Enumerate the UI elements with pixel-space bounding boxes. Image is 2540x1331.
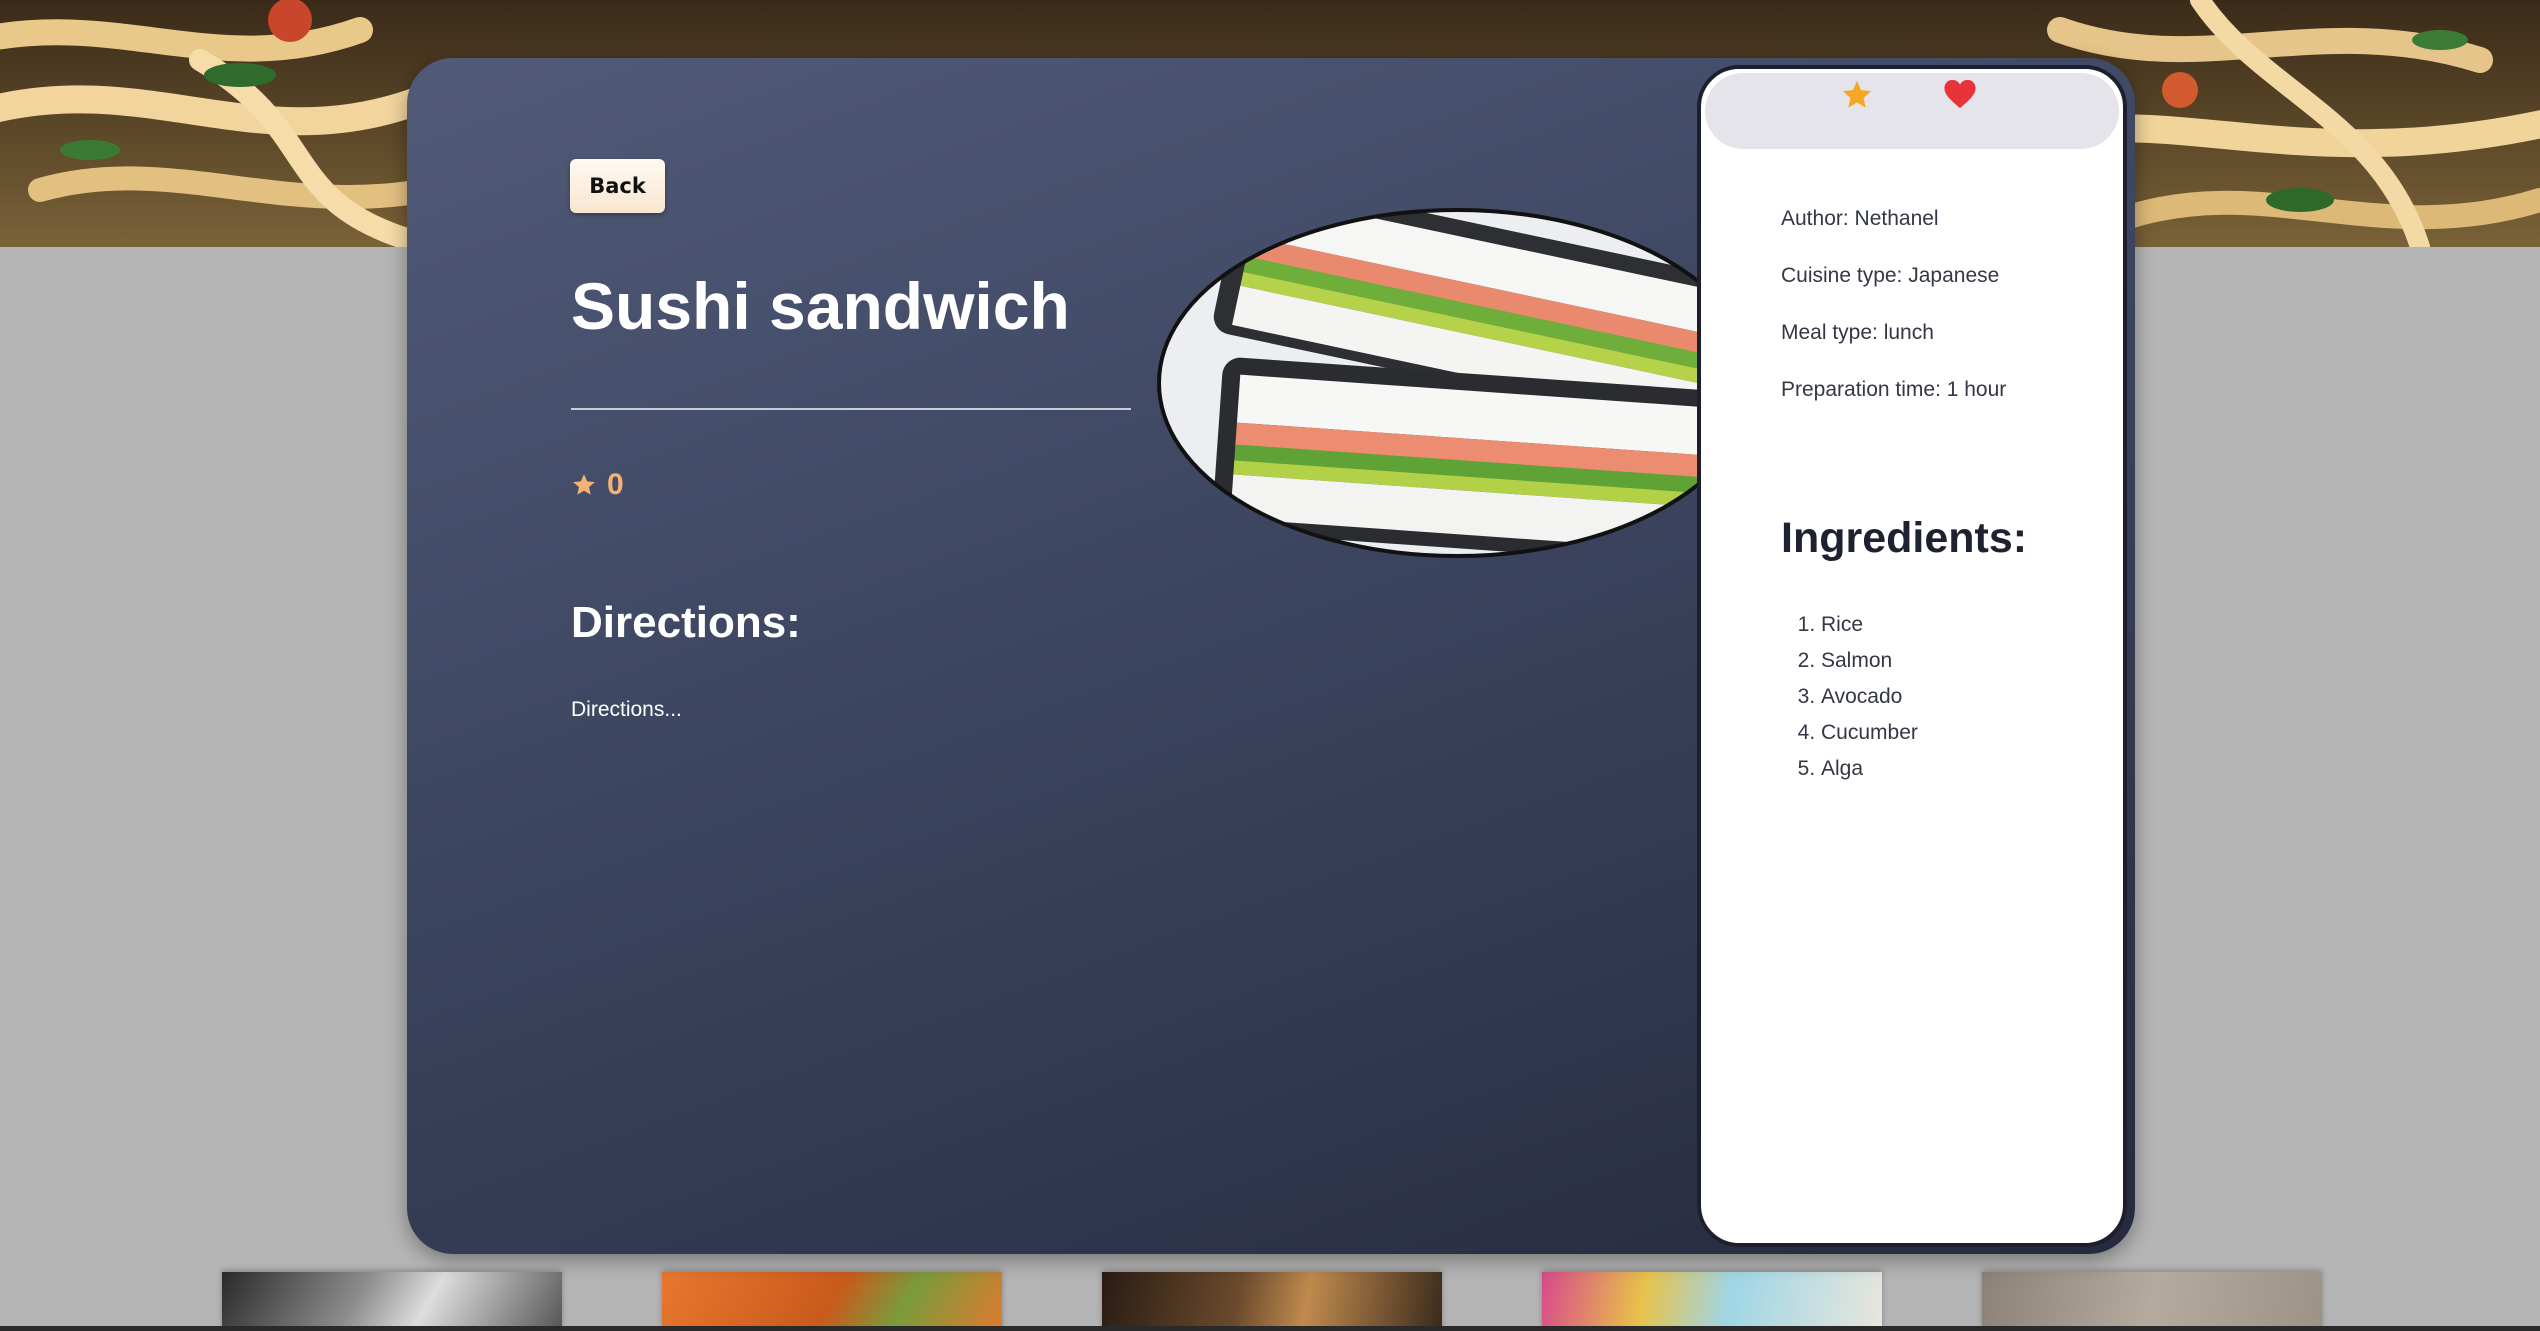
recipe-thumbnail[interactable] <box>1102 1272 1442 1331</box>
star-icon <box>573 474 595 495</box>
ingredients-heading: Ingredients: <box>1781 514 2028 562</box>
rating-value: 0 <box>607 468 624 501</box>
star-icon[interactable] <box>1840 78 1874 112</box>
details-panel-header <box>1705 73 2119 149</box>
back-button[interactable]: Back <box>570 159 665 213</box>
ingredient-item: Salmon <box>1821 643 1918 679</box>
meal-type-text: Meal type: lunch <box>1781 321 1934 344</box>
ingredient-item: Alga <box>1821 751 1918 787</box>
recipe-thumbnail[interactable] <box>1982 1272 2322 1331</box>
directions-heading: Directions: <box>571 598 801 647</box>
heart-icon[interactable] <box>1943 78 1977 110</box>
preparation-time-text: Preparation time: 1 hour <box>1781 378 2007 401</box>
recipe-title: Sushi sandwich <box>571 269 1070 343</box>
directions-text: Directions... <box>571 698 682 721</box>
recipe-modal: Back Sushi sandwich 0 Directions: Direct… <box>407 58 2135 1254</box>
recipe-thumbnail[interactable] <box>1542 1272 1882 1331</box>
page: Back Sushi sandwich 0 Directions: Direct… <box>0 0 2540 1331</box>
details-panel: Author: Nethanel Cuisine type: Japanese … <box>1697 65 2127 1247</box>
recipe-thumbnail[interactable] <box>222 1272 562 1331</box>
cuisine-type-text: Cuisine type: Japanese <box>1781 264 2000 287</box>
title-divider <box>571 408 1131 410</box>
ingredient-item: Cucumber <box>1821 715 1918 751</box>
ingredient-item: Avocado <box>1821 679 1918 715</box>
ingredients-list: Rice Salmon Avocado Cucumber Alga <box>1781 607 1918 787</box>
bottom-divider <box>0 1326 2540 1331</box>
ingredient-item: Rice <box>1821 607 1918 643</box>
recipe-thumbnail[interactable] <box>662 1272 1002 1331</box>
author-text: Author: Nethanel <box>1781 207 1939 230</box>
rating: 0 <box>571 468 624 502</box>
recipe-image <box>1157 208 1757 558</box>
